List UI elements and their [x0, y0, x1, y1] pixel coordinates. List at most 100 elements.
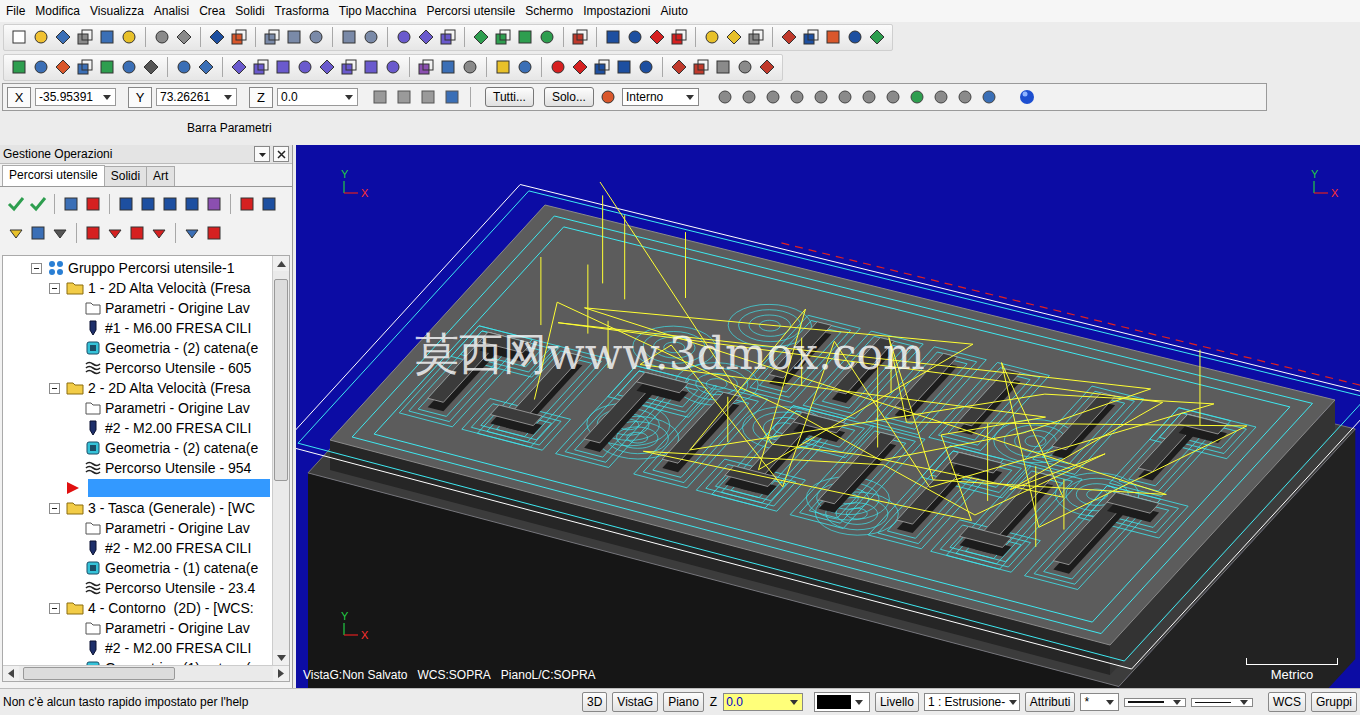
tool-icon[interactable]: [383, 57, 403, 77]
tool-icon[interactable]: [394, 27, 414, 47]
tool-icon[interactable]: [471, 27, 491, 47]
tool-icon[interactable]: [339, 27, 359, 47]
tool-icon[interactable]: [625, 27, 645, 47]
dropdown-arrow-icon[interactable]: [1009, 700, 1017, 705]
expander-icon[interactable]: [49, 383, 60, 394]
operation-item[interactable]: Percorso Utensile - 605: [3, 358, 272, 378]
dropdown-arrow-icon[interactable]: [855, 700, 863, 705]
tool-icon[interactable]: [592, 57, 612, 77]
color-picker[interactable]: [814, 692, 870, 712]
tool-icon[interactable]: [53, 57, 73, 77]
coordinate-label[interactable]: Y: [128, 87, 152, 108]
scroll-right-icon[interactable]: [273, 666, 289, 681]
tool-icon[interactable]: [614, 57, 634, 77]
tool-icon[interactable]: [50, 223, 70, 243]
tool-icon[interactable]: [9, 27, 29, 47]
tool-icon[interactable]: [724, 27, 744, 47]
coordinate-input[interactable]: -35.95391: [35, 88, 116, 106]
tool-icon[interactable]: [746, 27, 766, 47]
tool-icon[interactable]: [119, 27, 139, 47]
dropdown-arrow-icon[interactable]: [1173, 700, 1181, 705]
tool-icon[interactable]: [28, 223, 48, 243]
tool-icon[interactable]: [735, 57, 755, 77]
tool-icon[interactable]: [811, 87, 831, 107]
tool-icon[interactable]: [306, 27, 326, 47]
tool-icon[interactable]: [691, 57, 711, 77]
expander-icon[interactable]: [49, 283, 60, 294]
tool-icon[interactable]: [438, 27, 458, 47]
menu-item[interactable]: Solidi: [230, 4, 269, 18]
tool-icon[interactable]: [515, 57, 535, 77]
operation-item[interactable]: Geometria - (1) catena(e: [3, 558, 272, 578]
tool-icon[interactable]: [317, 57, 337, 77]
operation-item[interactable]: Percorso Utensile - 23.4: [3, 578, 272, 598]
dropdown-arrow-icon[interactable]: [686, 95, 694, 100]
tool-icon[interactable]: [636, 57, 656, 77]
menu-item[interactable]: Modifica: [30, 4, 85, 18]
menu-item[interactable]: Schermo: [520, 4, 578, 18]
tool-icon[interactable]: [823, 27, 843, 47]
tool-icon[interactable]: [31, 57, 51, 77]
z-depth-field[interactable]: 0.0: [723, 693, 803, 711]
tool-icon[interactable]: [6, 223, 26, 243]
tool-icon[interactable]: [207, 27, 227, 47]
tool-icon[interactable]: [548, 57, 568, 77]
point-style-select[interactable]: *: [1080, 693, 1119, 711]
scroll-down-icon[interactable]: [273, 650, 289, 665]
tool-icon[interactable]: [859, 87, 879, 107]
tool-icon[interactable]: [31, 27, 51, 47]
tool-icon[interactable]: [713, 57, 733, 77]
tool-icon[interactable]: [442, 87, 462, 107]
operation-item[interactable]: #1 - M6.00 FRESA CILI: [3, 318, 272, 338]
dropdown-arrow-icon[interactable]: [790, 700, 798, 705]
menu-item[interactable]: Tipo Macchina: [334, 4, 422, 18]
expander-icon[interactable]: [49, 503, 60, 514]
operation-item[interactable]: #2 - M2.00 FRESA CILI: [3, 538, 272, 558]
menu-item[interactable]: Impostazioni: [578, 4, 655, 18]
tool-icon[interactable]: [394, 87, 414, 107]
tool-icon[interactable]: [259, 194, 279, 214]
graphics-viewport[interactable]: YXYXYX莫西网www.3dmox.comVistaG:Non Salvato…: [296, 145, 1360, 688]
tool-icon[interactable]: [61, 194, 81, 214]
tool-icon[interactable]: [370, 87, 390, 107]
tool-icon[interactable]: [149, 223, 169, 243]
tool-icon[interactable]: [361, 27, 381, 47]
tool-icon[interactable]: [75, 27, 95, 47]
tool-icon[interactable]: [787, 87, 807, 107]
menu-item[interactable]: Visualizza: [85, 4, 149, 18]
operation-item[interactable]: #2 - M2.00 FRESA CILI: [3, 418, 272, 438]
tool-icon[interactable]: [418, 87, 438, 107]
tool-icon[interactable]: [715, 87, 735, 107]
tool-icon[interactable]: [739, 87, 759, 107]
coordinate-field[interactable]: X-35.95391: [7, 87, 116, 108]
expander-icon[interactable]: [49, 603, 60, 614]
tool-icon[interactable]: [196, 57, 216, 77]
tool-icon[interactable]: [460, 57, 480, 77]
tool-icon[interactable]: [867, 27, 887, 47]
menu-item[interactable]: Percorsi utensile: [421, 4, 520, 18]
dropdown-arrow-icon[interactable]: [224, 95, 232, 100]
scroll-thumb[interactable]: [23, 667, 175, 680]
dropdown-arrow-icon[interactable]: [1240, 700, 1248, 705]
tool-icon[interactable]: [75, 57, 95, 77]
scroll-up-icon[interactable]: [273, 256, 289, 271]
scroll-thumb[interactable]: [274, 279, 288, 481]
expander-icon[interactable]: [31, 263, 42, 274]
tool-icon[interactable]: [669, 27, 689, 47]
menu-item[interactable]: Crea: [194, 4, 230, 18]
tool-icon[interactable]: [669, 57, 689, 77]
select-button[interactable]: Solo...: [544, 87, 594, 107]
tool-icon[interactable]: [779, 27, 799, 47]
tool-icon[interactable]: [361, 57, 381, 77]
tool-icon[interactable]: [907, 87, 927, 107]
tool-icon[interactable]: [757, 57, 777, 77]
tool-icon[interactable]: [160, 194, 180, 214]
tool-icon[interactable]: [53, 27, 73, 47]
coordinate-input[interactable]: 0.0: [277, 88, 358, 106]
tool-icon[interactable]: [702, 27, 722, 47]
operation-item[interactable]: Parametri - Origine Lav: [3, 298, 272, 318]
tool-icon[interactable]: [116, 194, 136, 214]
tool-icon[interactable]: [9, 57, 29, 77]
menu-item[interactable]: Aiuto: [656, 4, 693, 18]
tool-icon[interactable]: [515, 27, 535, 47]
